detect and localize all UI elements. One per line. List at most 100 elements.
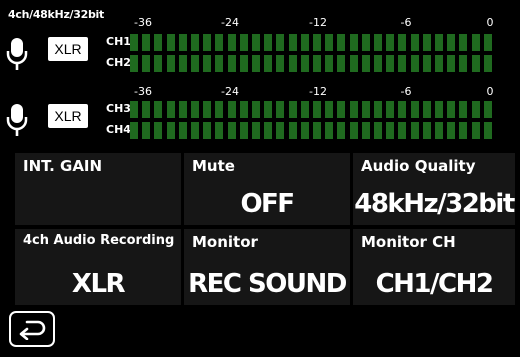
meter-scale: -36 -24 -12 -6 0 xyxy=(132,16,494,30)
input-badge-xlr: XLR xyxy=(48,104,88,128)
meter-segment xyxy=(142,122,151,139)
meter-segment xyxy=(191,34,200,51)
scale-tick: 0 xyxy=(486,85,494,98)
back-button[interactable] xyxy=(9,311,55,347)
scale-tick: -6 xyxy=(400,85,412,98)
meter-segment xyxy=(410,34,419,51)
meter-segment xyxy=(276,34,285,51)
meter-segment xyxy=(191,55,200,72)
meter-segment xyxy=(239,101,248,118)
meter-segment xyxy=(178,101,187,118)
meter-segment xyxy=(386,55,395,72)
mute-setting[interactable]: Mute OFF xyxy=(184,153,350,225)
meter-segment xyxy=(313,122,322,139)
meter-segment xyxy=(300,101,309,118)
meter-segment xyxy=(264,101,273,118)
meter-segment xyxy=(191,101,200,118)
meter-segment xyxy=(239,122,248,139)
mute-value: OFF xyxy=(240,189,295,219)
meter-segment xyxy=(264,55,273,72)
meter-segment xyxy=(337,55,346,72)
meter-segment xyxy=(178,55,187,72)
meter-segment xyxy=(252,34,261,51)
meter-segment xyxy=(288,101,297,118)
meter-segment xyxy=(142,55,151,72)
meter-segment xyxy=(264,34,273,51)
meter-segment xyxy=(349,34,358,51)
meter-segment xyxy=(447,122,456,139)
monitor-ch-setting[interactable]: Monitor CH CH1/CH2 xyxy=(353,229,515,305)
meter-segment xyxy=(349,55,358,72)
meter-segment xyxy=(154,34,163,51)
meter-segment xyxy=(398,34,407,51)
meter-segment xyxy=(154,122,163,139)
meter-segment xyxy=(447,101,456,118)
scale-tick: 0 xyxy=(486,16,494,29)
int-gain-setting[interactable]: INT. GAIN xyxy=(15,153,181,225)
meter-segment xyxy=(142,101,151,118)
meter-segment xyxy=(154,101,163,118)
meter-segment xyxy=(374,55,383,72)
meter-segment xyxy=(459,122,468,139)
meter-segment xyxy=(276,122,285,139)
meter-segment xyxy=(483,34,492,51)
meter-segment xyxy=(130,34,138,51)
meter-segment xyxy=(361,122,370,139)
microphone-icon xyxy=(6,38,28,70)
meter-segment xyxy=(361,55,370,72)
meter-segment xyxy=(276,55,285,72)
meter-segment xyxy=(422,34,431,51)
meter-segment xyxy=(239,34,248,51)
level-meter-ch3 xyxy=(130,101,492,118)
scale-tick: -36 xyxy=(134,85,152,98)
meter-segment xyxy=(386,101,395,118)
meter-segment xyxy=(435,34,444,51)
scale-tick: -24 xyxy=(221,16,239,29)
meter-segment xyxy=(374,34,383,51)
meter-segment xyxy=(239,55,248,72)
meter-segment xyxy=(410,122,419,139)
microphone-icon xyxy=(6,104,28,136)
meter-segment xyxy=(313,101,322,118)
meter-segment xyxy=(313,55,322,72)
meter-segment xyxy=(325,34,334,51)
4ch-audio-recording-title: 4ch Audio Recording xyxy=(23,233,175,248)
monitor-ch-title: Monitor CH xyxy=(361,233,456,251)
audio-quality-value: 48kHz/32bit xyxy=(354,189,515,219)
meter-segment xyxy=(300,122,309,139)
audio-quality-setting[interactable]: Audio Quality 48kHz/32bit xyxy=(353,153,515,225)
meter-segment xyxy=(215,55,224,72)
meter-segment xyxy=(227,101,236,118)
meter-segment xyxy=(191,122,200,139)
meter-segment xyxy=(361,101,370,118)
meter-segment xyxy=(447,55,456,72)
channel-label-ch3: CH3 xyxy=(106,102,131,115)
channel-label-ch4: CH4 xyxy=(106,123,131,136)
scale-tick: -24 xyxy=(221,85,239,98)
meter-segment xyxy=(337,101,346,118)
meter-segment xyxy=(471,122,480,139)
meter-segment xyxy=(142,34,151,51)
meter-segment xyxy=(130,122,138,139)
meter-segment xyxy=(435,101,444,118)
monitor-ch-value: CH1/CH2 xyxy=(375,269,494,299)
meter-segment xyxy=(154,55,163,72)
meter-segment xyxy=(374,122,383,139)
meter-segment xyxy=(252,122,261,139)
meter-segment xyxy=(300,34,309,51)
int-gain-title: INT. GAIN xyxy=(23,157,103,175)
meter-segment xyxy=(471,101,480,118)
meter-segment xyxy=(410,55,419,72)
meter-segment xyxy=(386,34,395,51)
mute-title: Mute xyxy=(192,157,235,175)
meter-segment xyxy=(325,122,334,139)
meter-segment xyxy=(471,55,480,72)
meter-scale: -36 -24 -12 -6 0 xyxy=(132,85,494,99)
meter-segment xyxy=(325,101,334,118)
4ch-audio-recording-setting[interactable]: 4ch Audio Recording XLR xyxy=(15,229,181,305)
meter-segment xyxy=(288,122,297,139)
scale-tick: -12 xyxy=(309,85,327,98)
meter-segment xyxy=(349,101,358,118)
monitor-setting[interactable]: Monitor REC SOUND xyxy=(184,229,350,305)
meter-segment xyxy=(215,122,224,139)
